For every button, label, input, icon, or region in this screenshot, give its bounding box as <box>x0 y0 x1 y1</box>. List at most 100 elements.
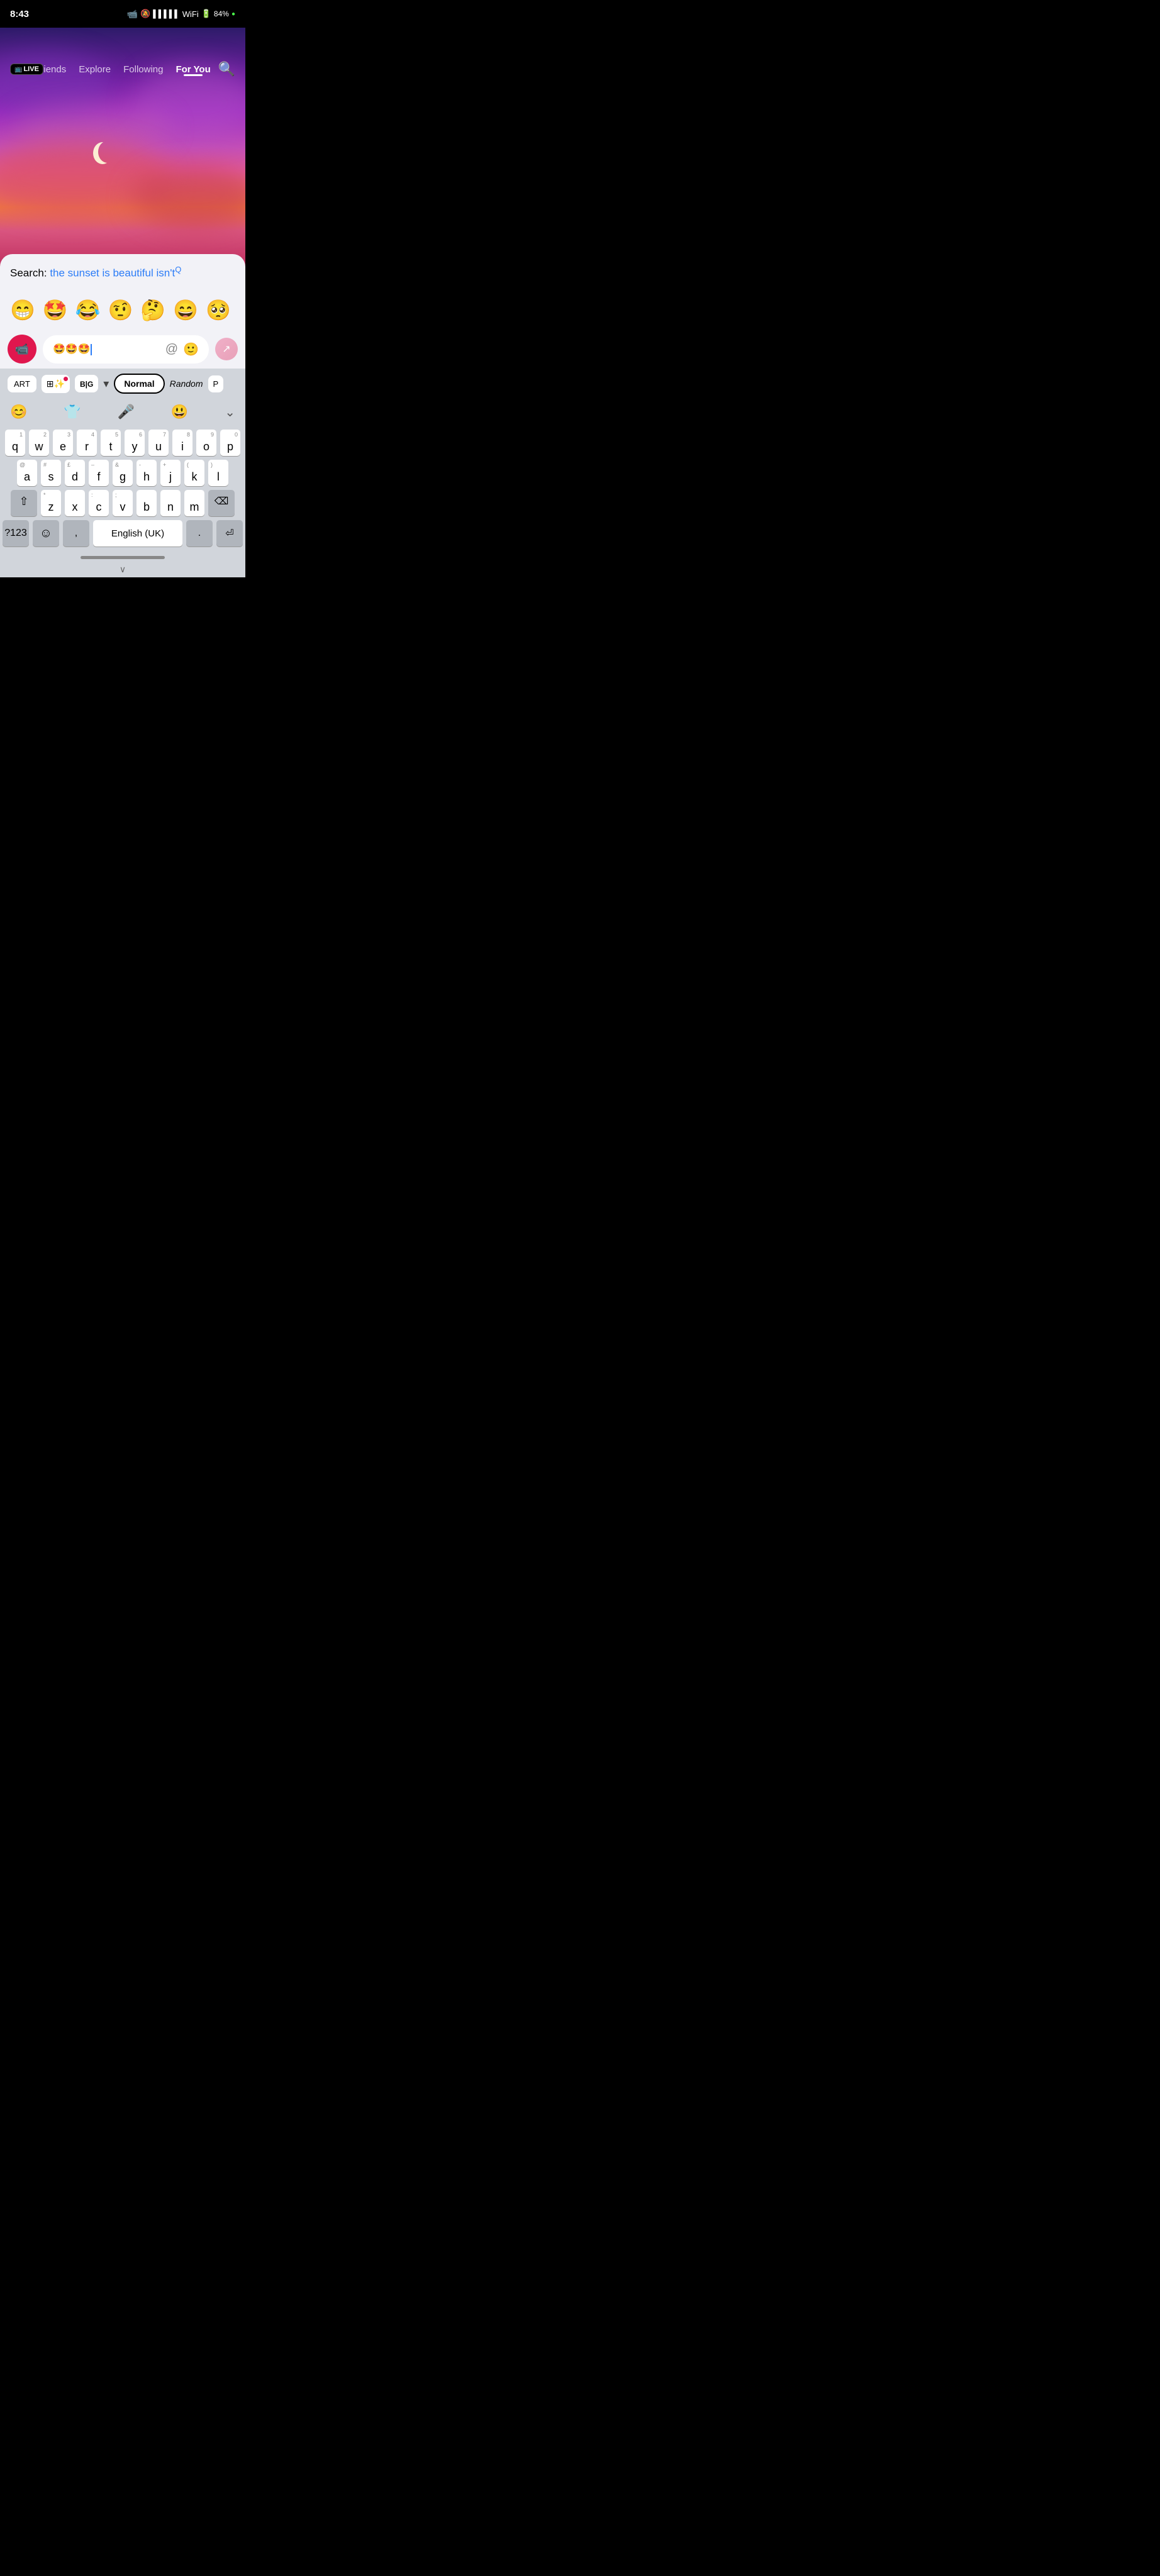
signal-mute-icon: 🔕 <box>140 9 150 19</box>
text-input-box[interactable]: 🤩🤩🤩 @ 🙂 <box>43 335 209 364</box>
emoji-row: 😁 🤩 😂 🤨 🤔 😄 🥺 <box>0 291 245 330</box>
nav-active-indicator <box>184 74 203 76</box>
status-bar: 8:43 📹 🔕 ▌▌▌▌▌ WiFi 🔋 84% ● <box>0 0 245 28</box>
nav-for-you-wrapper[interactable]: For You <box>176 64 210 75</box>
return-icon: ⏎ <box>225 527 233 540</box>
key-x[interactable]: x <box>65 490 85 516</box>
emoji-grin[interactable]: 😁 <box>10 298 35 322</box>
hero-image: 📺 LIVE Friends Explore Following For You… <box>0 28 245 267</box>
space-label: English (UK) <box>111 528 164 539</box>
home-indicator <box>0 551 245 562</box>
notification-dot <box>64 377 68 381</box>
emoji-raised-brow[interactable]: 🤨 <box>108 298 133 322</box>
key-comma[interactable]: , <box>63 520 89 547</box>
search-text: Search: the sunset is beautiful isn'tQ <box>10 264 235 280</box>
extra-pill[interactable]: P <box>208 375 224 392</box>
key-q[interactable]: 1q <box>5 430 25 456</box>
keyboard-collapse-icon[interactable]: ⌄ <box>225 404 235 420</box>
key-b[interactable]: b <box>137 490 157 516</box>
battery-percent: 84% <box>214 9 229 18</box>
chevron-down-icon[interactable]: ∨ <box>120 564 126 575</box>
status-time: 8:43 <box>10 9 29 19</box>
search-icon-nav[interactable]: 🔍 <box>218 61 235 77</box>
signal-bars-icon: ▌▌▌▌▌ <box>153 9 180 18</box>
emoji-pleading[interactable]: 🥺 <box>206 298 231 322</box>
key-emoji[interactable]: ☺ <box>33 520 59 547</box>
live-badge[interactable]: 📺 LIVE <box>10 64 43 75</box>
key-h[interactable]: -h <box>137 460 157 486</box>
key-f[interactable]: –f <box>89 460 109 486</box>
random-button[interactable]: Random <box>170 379 203 389</box>
key-v[interactable]: ;v <box>113 490 133 516</box>
key-s[interactable]: #s <box>41 460 61 486</box>
key-r[interactable]: 4r <box>77 430 97 456</box>
keyboard-row-1: 1q 2w 3e 4r 5t 6y 7u 8i 9o 0p <box>0 428 245 458</box>
key-t[interactable]: 5t <box>101 430 121 456</box>
keyboard-toolbar: ART ⊞✨ B|G ▾ Normal Random P <box>0 369 245 399</box>
key-p[interactable]: 0p <box>220 430 240 456</box>
keyboard-face-scan-icon[interactable]: 😃 <box>171 404 188 420</box>
key-shift[interactable]: ⇧ <box>11 490 37 516</box>
search-panel: Search: the sunset is beautiful isn'tQ <box>0 254 245 291</box>
record-button[interactable]: 📹 <box>8 335 36 364</box>
search-label: Search: <box>10 267 50 279</box>
keyboard-row-3: ⇧ *z x :c ;v b n m ⌫ <box>0 488 245 518</box>
art-button[interactable]: ART <box>8 375 36 392</box>
send-button[interactable]: ↗ <box>215 338 238 360</box>
emoji-thinking[interactable]: 🤔 <box>140 298 165 322</box>
keyboard-shirt-icon[interactable]: 👕 <box>64 404 81 420</box>
key-u[interactable]: 7u <box>148 430 169 456</box>
key-l[interactable]: )l <box>208 460 228 486</box>
key-space[interactable]: English (UK) <box>93 520 182 547</box>
key-z[interactable]: *z <box>41 490 61 516</box>
big-button[interactable]: B|G <box>75 375 98 392</box>
keyboard-emoji-icon[interactable]: 😊 <box>10 404 27 420</box>
search-q-icon: Q <box>175 265 181 274</box>
emoji-smile-sweat[interactable]: 😄 <box>173 298 198 322</box>
chevron-down-area: ∨ <box>0 562 245 577</box>
nav-for-you[interactable]: For You <box>176 64 210 75</box>
key-j[interactable]: +j <box>160 460 181 486</box>
nav-explore[interactable]: Explore <box>79 64 111 75</box>
normal-button[interactable]: Normal <box>114 374 164 394</box>
keyboard-mic-icon[interactable]: 🎤 <box>118 404 135 420</box>
key-w[interactable]: 2w <box>29 430 49 456</box>
keyboard-row-2: @a #s £d –f &g -h +j (k )l <box>0 458 245 488</box>
keyboard: 1q 2w 3e 4r 5t 6y 7u 8i 9o 0p @a #s £d –… <box>0 425 245 551</box>
key-y[interactable]: 6y <box>125 430 145 456</box>
nav-following[interactable]: Following <box>123 64 163 75</box>
moon <box>98 141 117 163</box>
at-icon[interactable]: @ <box>165 342 178 357</box>
key-return[interactable]: ⏎ <box>216 520 243 547</box>
key-delete[interactable]: ⌫ <box>208 490 235 516</box>
keyboard-bottom-row: ?123 ☺ , English (UK) . ⏎ <box>0 518 245 548</box>
nav-links: Friends Explore Following For You <box>35 64 211 75</box>
key-i[interactable]: 8i <box>172 430 192 456</box>
key-d[interactable]: £d <box>65 460 85 486</box>
key-period[interactable]: . <box>186 520 213 547</box>
key-numbers[interactable]: ?123 <box>3 520 29 547</box>
sticker-icon: ⊞✨ <box>47 379 65 389</box>
dropdown-button[interactable]: ▾ <box>103 377 109 391</box>
search-query[interactable]: the sunset is beautiful isn't <box>50 267 175 279</box>
key-m[interactable]: m <box>184 490 204 516</box>
key-o[interactable]: 9o <box>196 430 216 456</box>
status-icons: 📹 🔕 ▌▌▌▌▌ WiFi 🔋 84% ● <box>127 9 235 19</box>
face-icon[interactable]: 🙂 <box>183 341 199 357</box>
sticker-button[interactable]: ⊞✨ <box>42 375 70 393</box>
key-k[interactable]: (k <box>184 460 204 486</box>
battery-dot: ● <box>231 11 235 18</box>
key-n[interactable]: n <box>160 490 181 516</box>
key-c[interactable]: :c <box>89 490 109 516</box>
nav-bar: 📺 LIVE Friends Explore Following For You… <box>0 55 245 83</box>
period-label: . <box>198 528 201 539</box>
live-text: LIVE <box>23 65 38 73</box>
big-icon: B|G <box>80 380 93 389</box>
emoji-hearts[interactable]: 🤩 <box>43 298 68 322</box>
input-text-content: 🤩🤩🤩 <box>53 343 160 355</box>
key-g[interactable]: &g <box>113 460 133 486</box>
numbers-label: ?123 <box>4 528 27 539</box>
emoji-laugh[interactable]: 😂 <box>75 298 101 322</box>
key-a[interactable]: @a <box>17 460 37 486</box>
key-e[interactable]: 3e <box>53 430 73 456</box>
